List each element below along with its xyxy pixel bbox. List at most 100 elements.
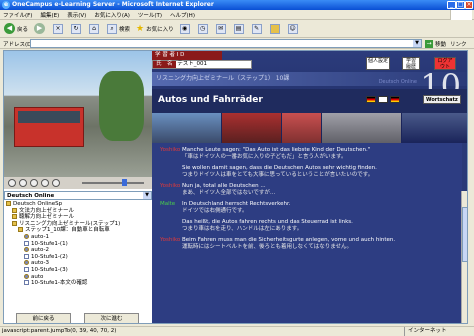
dialogue-line: Yoshiko Beim Fahren muss man die Sicherhe… [160,237,454,251]
history-button[interactable]: ◷ [197,23,210,34]
settings-button[interactable]: 個人設定 [366,57,390,70]
nav-buttons: 前に戻る 次に進む [4,313,152,323]
home-button[interactable]: ⌂ [89,23,101,34]
japanese-translation: つまりドイツ人は車をとても大事に思っているということが言いたいのです。 [182,172,374,178]
edit-button[interactable]: ✎ [251,23,264,34]
toolbar: ◀ 戻る ▶ × ↻ ⌂ ⌕ 検索 ★ お気に入り ◉ ◷ ✉ ▤ ✎ ☺ [0,20,474,38]
japanese-translation: つまり車は右を走り、ハンドルは左にあります。 [182,226,303,232]
volume-slider[interactable] [82,182,144,184]
status-bar: javascript:parent.jumpTo(0, 39, 40, 70, … [0,326,474,336]
refresh-button[interactable]: ↻ [71,23,83,34]
learner-id-label: 学 習 者 I D [152,51,222,60]
media-button[interactable]: ◉ [179,23,192,34]
menu-tools[interactable]: ツール(T) [138,11,162,19]
flag-jp-icon[interactable] [378,96,388,103]
history-button[interactable]: 学習履歴 [402,57,420,70]
dialogue-line: Yoshiko Nun ja, total alle Deutschen ... ま… [160,183,454,197]
forward-button[interactable]: ▶ [34,23,47,34]
mail-icon: ✉ [215,23,226,34]
next-button[interactable]: 次に進む [84,313,139,323]
home-icon: ⌂ [89,23,100,34]
messenger-button[interactable]: ☺ [287,23,300,34]
minimize-button[interactable]: _ [447,1,456,9]
speaker-name[interactable]: Yoshiko [160,237,182,251]
scrollbar[interactable] [461,191,467,323]
tree-item[interactable]: auto-3 [4,260,152,267]
print-button[interactable]: ▤ [233,23,246,34]
tree-item[interactable]: 10-Stufe1-本文の確認 [4,280,152,287]
go-button[interactable]: → 移動 [425,39,446,48]
close-button[interactable]: × [465,1,473,9]
speaker-icon [24,273,29,279]
search-button[interactable]: ⌕ 検索 [107,23,130,34]
rewind-icon[interactable] [41,179,49,187]
play-icon[interactable] [8,179,16,187]
tree-item[interactable]: Deutsch OnlineSp [4,201,152,208]
dialogue-body: Sie wollen damit sagen, dass die Deutsch… [182,165,377,179]
status-text: javascript:parent.jumpTo(0, 39, 40, 70, … [2,328,117,334]
maximize-button[interactable]: □ [456,1,465,9]
car-photo [152,113,222,143]
tree-item-label: 10-Stufe1-本文の確認 [31,280,88,287]
page-content: Deutsch Online ▼ Deutsch OnlineSp 文法力向上ゼミ… [3,50,468,324]
tree-item[interactable]: 10-Stufe1-(3) [4,266,152,274]
scrollbar-thumb[interactable] [462,207,467,262]
dialogue-line: Das heißt, die Autos fahren rechts und d… [160,219,454,233]
chevron-down-icon[interactable]: ▼ [143,192,151,199]
windows-logo-icon [450,10,472,20]
tree-item-label: 10-Stufe1-(3) [31,266,68,273]
bus-window-image [18,111,80,123]
road-photo [402,113,467,143]
tree-item[interactable]: 10-Stufe1-(2) [4,253,152,261]
search-icon: ⌕ [107,23,118,34]
menu-edit[interactable]: 編集(E) [40,11,59,19]
flag-de-jp-icon[interactable] [390,96,400,103]
pause-icon[interactable] [19,179,27,187]
favorites-button[interactable]: ★ お気に入り [136,24,174,34]
speaker-icon [24,247,29,253]
volume-slider-thumb[interactable] [122,179,127,186]
course-selector[interactable]: Deutsch Online ▼ [4,191,152,200]
tree-item-label: リスニング力向上ゼミナール(ステップ1) [19,220,121,227]
speaker-name[interactable]: Yoshiko [160,183,182,197]
speaker-name[interactable]: Malte [160,201,182,215]
sign-photo [222,113,282,143]
lesson-panel: 学 習 者 I D 氏 名 テスト_001 個人設定 学習履歴 ログアウト リス… [152,51,467,323]
tree-item[interactable]: 10-Stufe1-(1) [4,240,152,248]
german-sentence: In Deutschland herrscht Rechtsverkehr. [182,201,291,207]
menu-favorites[interactable]: お気に入り(A) [94,11,130,19]
video-frame [4,51,152,177]
address-input[interactable]: ▼ [30,39,422,48]
speaker-name[interactable]: Yoshiko [160,147,182,161]
tree-item-label: 10-Stufe1-(1) [31,240,68,247]
stop-button[interactable]: × [53,23,65,34]
forward-icon[interactable] [52,179,60,187]
menu-file[interactable]: ファイル(F) [3,11,32,19]
menu-help[interactable]: ヘルプ(H) [170,11,195,19]
browser-window: e OneCampus e-Learning Server - Microsof… [0,0,474,336]
japanese-translation: 「車はドイツ人の一番お気に入りの子どもだ」と言う人がいます。 [182,154,347,160]
bicycle-photo [322,113,402,143]
tree-item[interactable]: 聴解力向上ゼミナール [4,214,152,221]
folder-button[interactable] [269,23,282,34]
ie-icon: e [2,1,10,9]
stop-icon[interactable] [30,179,38,187]
tree-item[interactable]: auto-2 [4,247,152,254]
prev-button[interactable]: 前に戻る [16,313,71,323]
wortschatz-button[interactable]: Wortschatz [423,95,461,104]
folder-icon [12,220,17,226]
dialogue-line: Sie wollen damit sagen, dass die Deutsch… [160,165,454,179]
address-dropdown-icon[interactable]: ▼ [413,40,421,47]
menu-view[interactable]: 表示(V) [67,11,86,19]
document-icon [24,266,29,272]
flag-de-icon[interactable] [366,96,376,103]
tree-item[interactable]: ステップ1_10課：自動車と自転車 [4,227,152,234]
learner-name-field: 氏 名 テスト_001 [152,60,252,69]
mail-button[interactable]: ✉ [215,23,228,34]
back-button[interactable]: ◀ 戻る [4,23,28,34]
tree-item[interactable]: auto-1 [4,233,152,241]
speaker-name[interactable] [160,165,182,179]
links-button[interactable]: リンク [450,40,467,48]
tree-item-label: ステップ1_10課：自動車と自転車 [25,227,110,234]
speaker-name[interactable] [160,219,182,233]
